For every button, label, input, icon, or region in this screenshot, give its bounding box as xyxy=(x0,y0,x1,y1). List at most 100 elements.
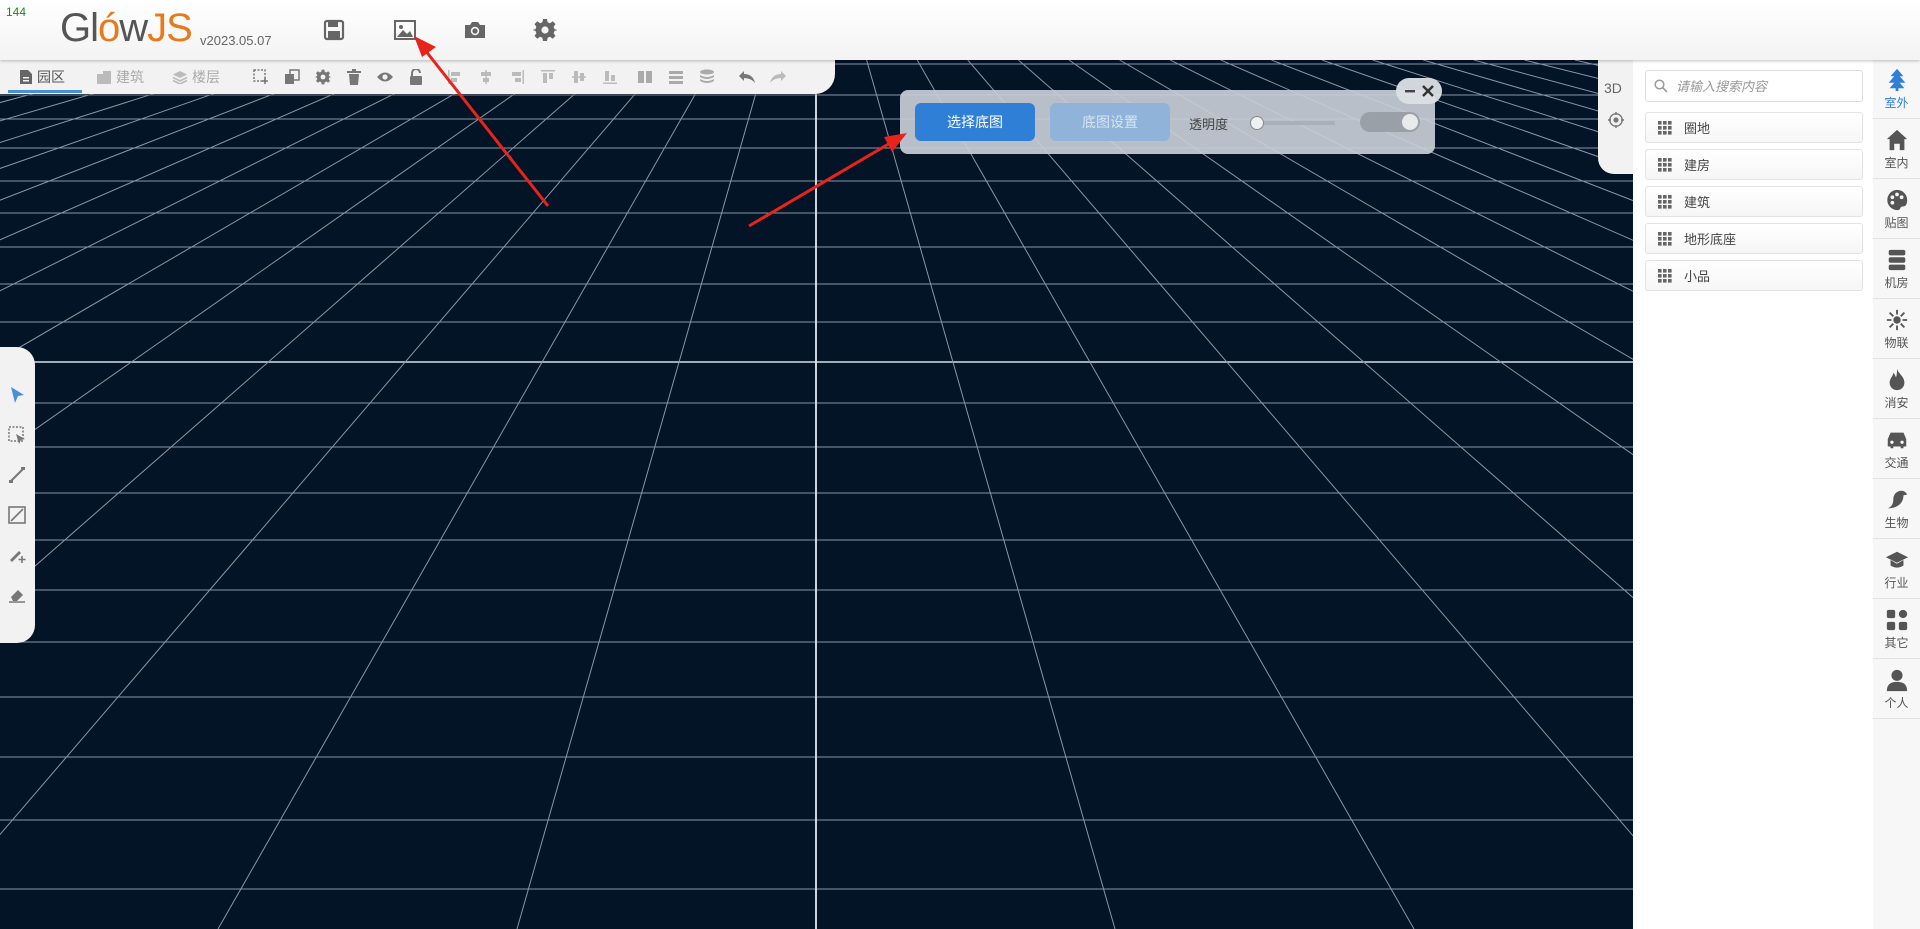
eye-icon[interactable] xyxy=(376,68,394,86)
library-item-label: 小品 xyxy=(1684,269,1711,284)
library-item[interactable]: 建房 xyxy=(1645,149,1863,180)
category-palette[interactable]: 贴图 xyxy=(1873,180,1920,239)
minimize-icon[interactable] xyxy=(1404,85,1416,97)
opacity-slider-track[interactable] xyxy=(1255,121,1335,125)
view-mode-panel: 3D xyxy=(1598,60,1633,174)
category-fire[interactable]: 消安 xyxy=(1873,360,1920,419)
category-shapes[interactable]: 其它 xyxy=(1873,600,1920,659)
distribute-horizontal-icon[interactable] xyxy=(636,68,654,86)
category-graduation-cap[interactable]: 行业 xyxy=(1873,540,1920,599)
category-house[interactable]: 室内 xyxy=(1873,120,1920,179)
bird-icon xyxy=(1884,487,1910,513)
app-header: 144 Glów JS v2023.05.07 xyxy=(0,0,1920,60)
redo-icon[interactable] xyxy=(769,68,787,86)
save-icon[interactable] xyxy=(320,16,348,44)
library-item[interactable]: 圈地 xyxy=(1645,112,1863,143)
stack-icon[interactable] xyxy=(698,68,716,86)
palette-icon xyxy=(1884,187,1910,213)
camera-icon[interactable] xyxy=(461,16,489,44)
grid-icon xyxy=(1658,231,1672,246)
category-user[interactable]: 个人 xyxy=(1873,660,1920,719)
copy-icon[interactable] xyxy=(283,68,301,86)
object-settings-icon[interactable] xyxy=(314,68,332,86)
tab-park[interactable]: 园区 xyxy=(19,67,65,87)
version-label: v2023.05.07 xyxy=(200,33,272,48)
app-logo: Glów JS xyxy=(60,6,193,50)
category-bird[interactable]: 生物 xyxy=(1873,480,1920,539)
search-icon xyxy=(1654,79,1668,93)
align-middle-icon[interactable] xyxy=(570,68,588,86)
tab-label: 园区 xyxy=(37,69,65,85)
shapes-icon xyxy=(1884,607,1910,633)
distribute-vertical-icon[interactable] xyxy=(667,68,685,86)
category-label: 其它 xyxy=(1884,636,1909,650)
3d-viewport[interactable] xyxy=(0,60,1633,929)
base-image-toggle[interactable] xyxy=(1360,112,1420,132)
grid-icon xyxy=(1658,268,1672,283)
library-item-label: 地形底座 xyxy=(1684,232,1737,247)
category-label: 交通 xyxy=(1884,456,1909,470)
category-label: 室内 xyxy=(1884,156,1909,170)
image-icon[interactable] xyxy=(391,16,419,44)
iot-icon xyxy=(1884,307,1910,333)
align-bottom-icon[interactable] xyxy=(601,68,619,86)
draw-line-icon[interactable] xyxy=(6,464,28,486)
opacity-label: 透明度 xyxy=(1189,117,1229,132)
category-iot[interactable]: 物联 xyxy=(1873,300,1920,359)
view-mode-3d-toggle[interactable]: 3D xyxy=(1604,80,1622,96)
tab-label: 楼层 xyxy=(192,69,220,85)
category-nav: 室外室内贴图机房物联消安交通生物行业其它个人 xyxy=(1873,60,1920,929)
close-icon[interactable] xyxy=(1422,85,1434,97)
library-item-label: 圈地 xyxy=(1684,121,1711,136)
dialog-window-controls xyxy=(1396,78,1442,104)
align-right-icon[interactable] xyxy=(508,68,526,86)
search-input[interactable] xyxy=(1674,75,1858,97)
category-label: 物联 xyxy=(1884,336,1909,350)
box-select-icon[interactable] xyxy=(6,424,28,446)
fps-counter: 144 xyxy=(6,5,27,19)
align-top-icon[interactable] xyxy=(539,68,557,86)
user-icon xyxy=(1884,667,1910,693)
draw-area-icon[interactable] xyxy=(6,504,28,526)
add-point-icon[interactable] xyxy=(6,544,28,566)
category-tree[interactable]: 室外 xyxy=(1873,60,1920,119)
undo-icon[interactable] xyxy=(738,68,756,86)
eraser-icon[interactable] xyxy=(6,584,28,606)
locate-icon[interactable] xyxy=(1608,112,1624,128)
pointer-select-icon[interactable] xyxy=(6,384,28,406)
grid-icon xyxy=(1658,157,1672,172)
grid-icon xyxy=(1658,194,1672,209)
category-server[interactable]: 机房 xyxy=(1873,240,1920,299)
select-base-image-button[interactable]: 选择底图 xyxy=(915,103,1035,141)
gear-icon[interactable] xyxy=(531,16,559,44)
ground-grid xyxy=(0,60,1633,929)
base-image-settings-button[interactable]: 底图设置 xyxy=(1050,103,1170,141)
unlock-icon[interactable] xyxy=(407,68,425,86)
align-center-icon[interactable] xyxy=(477,68,495,86)
category-label: 室外 xyxy=(1884,96,1909,110)
opacity-slider-thumb[interactable] xyxy=(1250,116,1264,130)
library-item[interactable]: 小品 xyxy=(1645,260,1863,291)
library-item[interactable]: 地形底座 xyxy=(1645,223,1863,254)
library-item[interactable]: 建筑 xyxy=(1645,186,1863,217)
category-label: 个人 xyxy=(1884,696,1909,710)
server-icon xyxy=(1884,247,1910,273)
building-icon xyxy=(97,71,111,84)
house-icon xyxy=(1884,127,1910,153)
align-left-icon[interactable] xyxy=(446,68,464,86)
add-object-icon[interactable] xyxy=(252,68,270,86)
tab-building[interactable]: 建筑 xyxy=(96,67,144,87)
car-icon xyxy=(1884,427,1910,453)
category-car[interactable]: 交通 xyxy=(1873,420,1920,479)
toggle-knob xyxy=(1402,114,1418,130)
category-label: 机房 xyxy=(1884,276,1909,290)
fire-icon xyxy=(1884,367,1910,393)
logo-text-glow: Glów xyxy=(60,6,148,50)
layers-icon xyxy=(172,71,188,84)
logo-text-js: JS xyxy=(147,6,193,50)
model-library-panel: 圈地建房建筑地形底座小品 xyxy=(1633,60,1874,929)
trash-icon[interactable] xyxy=(345,68,363,86)
tab-floor[interactable]: 楼层 xyxy=(172,67,220,87)
category-label: 消安 xyxy=(1884,396,1909,410)
category-label: 生物 xyxy=(1884,516,1909,530)
